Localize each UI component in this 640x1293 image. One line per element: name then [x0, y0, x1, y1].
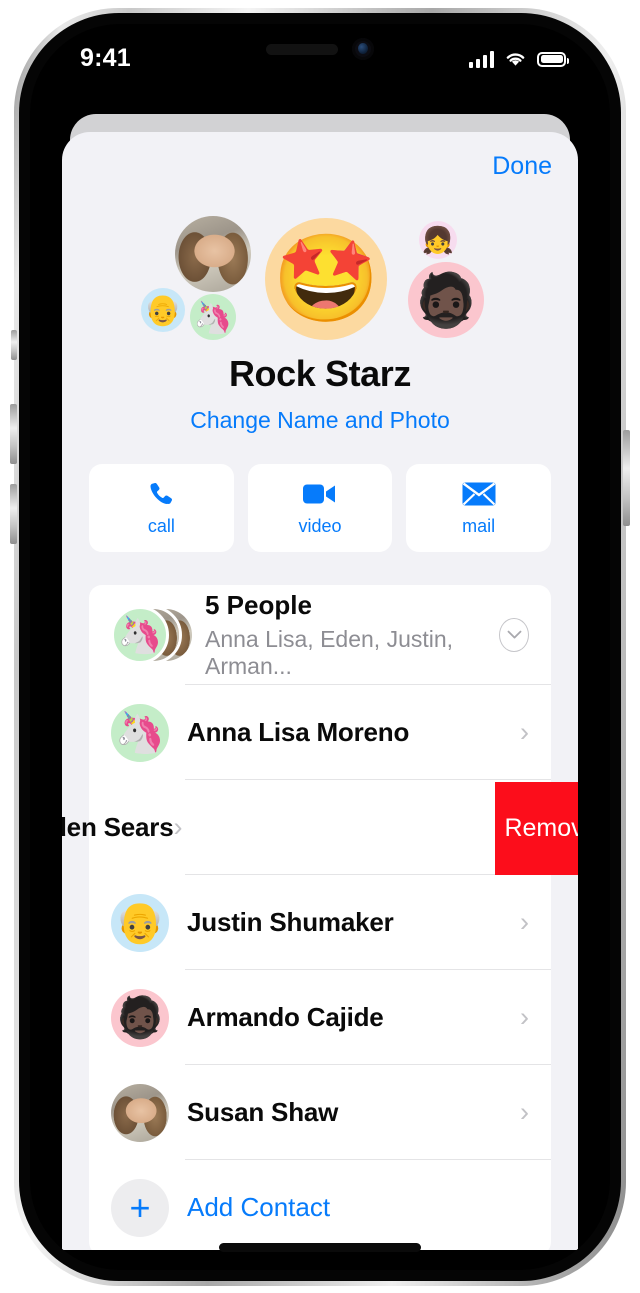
people-summary-text: 5 People Anna Lisa, Eden, Justin, Arman.…	[205, 590, 499, 680]
eden-memoji-avatar: 👧	[419, 221, 457, 259]
phone-icon	[146, 479, 177, 509]
contact-row-armando-cajide[interactable]: 🧔🏿 Armando Cajide ›	[89, 970, 551, 1065]
chevron-right-icon: ›	[520, 1002, 529, 1032]
contact-row-content: den Sears ›	[62, 780, 213, 875]
chevron-right-icon: ›	[173, 812, 183, 842]
contact-row-eden-sears[interactable]: den Sears › Remove	[62, 780, 578, 875]
chevron-right-icon: ›	[520, 1097, 529, 1127]
contact-name: Armando Cajide	[187, 1002, 384, 1032]
people-summary-row[interactable]: 🦄 5 People Anna Lisa, Eden, Justin, Arma…	[89, 585, 551, 685]
dynamic-island	[266, 38, 374, 60]
status-bar: 9:41	[30, 24, 610, 98]
contact-row-justin-shumaker[interactable]: 👴 Justin Shumaker ›	[89, 875, 551, 970]
power-button[interactable]	[623, 430, 630, 526]
volume-down-button[interactable]	[10, 484, 17, 544]
members-card: 🦄 5 People Anna Lisa, Eden, Justin, Arma…	[62, 585, 578, 1250]
remove-button[interactable]: Remove	[495, 782, 578, 875]
chevron-right-icon: ›	[520, 717, 529, 747]
call-button[interactable]: call	[89, 464, 234, 552]
contact-name: Justin Shumaker	[187, 907, 394, 937]
member-avatar-stack: 🦄	[111, 606, 195, 664]
group-main-emoji-avatar: 🤩	[265, 218, 387, 340]
phone-screen: 9:41 Done 👴 🦄 🤩 👧 🧔🏿 Rock Starz Change N…	[30, 24, 610, 1270]
mail-label: mail	[462, 516, 496, 536]
contact-name: Susan Shaw	[187, 1097, 339, 1127]
envelope-icon	[462, 479, 496, 509]
justin-memoji-avatar: 👴	[141, 288, 185, 332]
status-bar-time: 9:41	[80, 44, 131, 72]
group-avatar-cluster[interactable]: 👴 🦄 🤩 👧 🧔🏿	[62, 206, 578, 351]
chevron-down-circle-icon[interactable]	[499, 618, 529, 652]
contact-name: den Sears	[62, 812, 174, 842]
video-button[interactable]: video	[247, 464, 393, 552]
mute-switch-button[interactable]	[11, 330, 17, 360]
call-label: call	[147, 516, 175, 536]
susan-photo-avatar	[175, 216, 251, 292]
people-count-label: 5 People	[205, 590, 312, 620]
sheet-header: Done	[62, 132, 578, 204]
wifi-icon	[506, 53, 525, 66]
home-indicator[interactable]	[219, 1243, 421, 1252]
contact-row-anna-lisa-moreno[interactable]: 🦄 Anna Lisa Moreno ›	[89, 685, 551, 780]
justin-row-avatar: 👴	[111, 893, 169, 952]
add-contact-label: Add Contact	[187, 1192, 331, 1222]
stacked-avatar-1: 🦄	[111, 606, 169, 664]
chevron-right-icon: ›	[520, 907, 529, 937]
battery-icon	[537, 51, 569, 67]
change-name-and-photo-link[interactable]: Change Name and Photo	[62, 407, 578, 434]
video-label: video	[298, 516, 342, 536]
annalisa-row-avatar: 🦄	[111, 703, 169, 762]
group-details-sheet: Done 👴 🦄 🤩 👧 🧔🏿 Rock Starz Change Name a…	[62, 132, 578, 1250]
screenshot-stage: 9:41 Done 👴 🦄 🤩 👧 🧔🏿 Rock Starz Change N…	[0, 0, 640, 1293]
mail-button[interactable]: mail	[406, 464, 552, 552]
contact-name: Anna Lisa Moreno	[187, 717, 410, 747]
plus-icon: +	[111, 1178, 169, 1237]
add-contact-row[interactable]: + Add Contact	[89, 1160, 551, 1250]
volume-up-button[interactable]	[10, 404, 17, 464]
video-camera-icon	[303, 479, 337, 509]
annalisa-memoji-avatar: 🦄	[190, 294, 236, 340]
armando-memoji-avatar: 🧔🏿	[408, 262, 484, 338]
armando-row-avatar: 🧔🏿	[111, 988, 169, 1047]
group-name-title: Rock Starz	[228, 353, 412, 394]
quick-actions-row: call video mail	[62, 464, 578, 552]
status-bar-indicators	[469, 50, 569, 68]
earpiece-speaker-icon	[266, 43, 338, 55]
cellular-bars-icon	[469, 50, 494, 68]
people-names-label: Anna Lisa, Eden, Justin, Arman...	[205, 626, 454, 679]
contact-row-susan-shaw[interactable]: Susan Shaw ›	[89, 1065, 551, 1160]
front-camera-icon	[352, 38, 374, 60]
done-button[interactable]: Done	[492, 152, 552, 181]
susan-row-avatar	[111, 1083, 169, 1142]
